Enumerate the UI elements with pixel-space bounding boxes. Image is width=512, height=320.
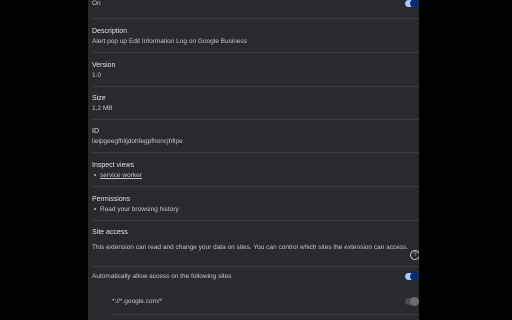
site-pattern: *://*.google.com/* [112,298,163,305]
site-access-description: This extension can read and change your … [92,244,409,251]
auto-allow-label: Automatically allow access on the follow… [92,273,232,280]
site-toggle[interactable] [405,297,419,306]
bullet-icon [94,208,96,211]
site-access-section: Site access This extension can read and … [92,228,419,252]
inspect-views-label: Inspect views [92,162,135,169]
permissions-label: Permissions [92,196,131,203]
list-item: service worker [92,171,419,180]
on-row: On [92,0,419,8]
version-section: Version 1.0 [92,61,419,80]
divider [92,220,419,221]
list-item: Read your browsing history [92,205,419,214]
auto-allow-row: Automatically allow access on the follow… [92,272,419,281]
divider [92,266,419,267]
description-value: Alert pop up Edit Information Log on Goo… [92,38,248,45]
divider [92,119,419,120]
divider [92,18,419,19]
id-label: ID [92,128,99,135]
description-section: Description Alert pop up Edit Informatio… [92,27,419,46]
permissions-section: Permissions Read your browsing history [92,195,419,214]
site-row: *://*.google.com/* [112,297,419,306]
inspect-views-section: Inspect views service worker [92,161,419,180]
service-worker-link[interactable]: service worker [100,172,142,179]
id-value: lielpgeegfhlijdohfegpfhoncjhflpe [92,138,183,145]
description-label: Description [92,28,128,35]
version-label: Version [92,62,116,69]
divider [92,186,419,187]
id-section: ID lielpgeegfhlijdohfegpfhoncjhflpe [92,127,419,146]
site-access-label: Site access [92,229,128,236]
bullet-icon [94,174,96,177]
auto-allow-toggle[interactable] [405,272,419,281]
extension-enabled-toggle[interactable] [405,0,419,8]
divider [112,314,419,315]
version-value: 1.0 [92,72,102,79]
size-label: Size [92,95,106,102]
size-value: 1.2 MB [92,105,113,112]
divider [92,52,419,53]
permission-item: Read your browsing history [100,206,179,213]
extension-details-panel: On Description Alert pop up Edit Informa… [88,0,419,320]
divider [92,152,419,153]
divider [92,86,419,87]
help-icon[interactable]: ? [410,250,419,260]
size-section: Size 1.2 MB [92,94,419,113]
on-label: On [92,0,101,7]
